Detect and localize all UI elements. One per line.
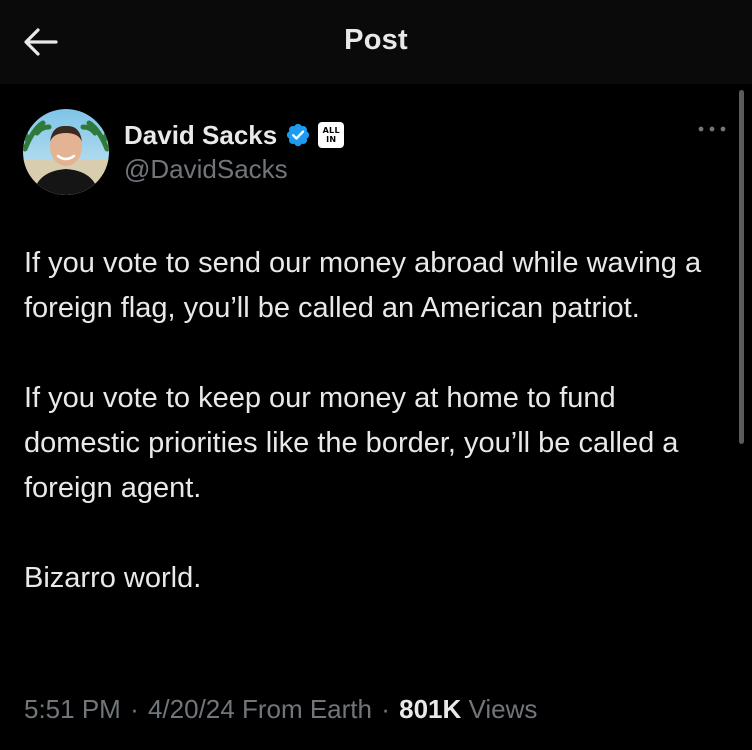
post-paragraph: If you vote to send our money abroad whi…: [24, 247, 702, 324]
author-display-name[interactable]: David Sacks: [124, 120, 277, 151]
avatar[interactable]: [23, 109, 109, 195]
post-date[interactable]: 4/20/24: [148, 694, 235, 724]
post-source: From Earth: [241, 694, 372, 724]
avatar-image: [23, 109, 109, 195]
post-paragraph: If you vote to keep our money at home to…: [24, 382, 679, 504]
author-handle[interactable]: @DavidSacks: [124, 154, 288, 185]
author-name-row: David Sacks ALL IN: [124, 118, 345, 152]
page-title: Post: [344, 24, 408, 56]
meta-separator: ·: [381, 694, 390, 724]
post-metadata: 5:51 PM · 4/20/24 From Earth · 801K View…: [24, 694, 537, 725]
post-text: If you vote to send our money abroad whi…: [24, 241, 724, 601]
post-paragraph: Bizarro world.: [24, 562, 202, 594]
verified-badge-icon[interactable]: [285, 122, 311, 148]
top-bar: Post: [0, 0, 752, 84]
scrollbar[interactable]: [739, 90, 744, 444]
post: David Sacks ALL IN @DavidSacks If you vo…: [0, 84, 752, 750]
affiliation-badge-line2: IN: [326, 135, 337, 144]
more-options-button[interactable]: [692, 118, 732, 140]
affiliation-badge[interactable]: ALL IN: [318, 122, 345, 148]
more-horizontal-icon: [698, 126, 726, 132]
views-count[interactable]: 801K: [399, 694, 461, 724]
meta-separator: ·: [130, 694, 139, 724]
affiliation-badge-line1: ALL: [322, 126, 340, 135]
views-label: Views: [468, 694, 538, 724]
post-time[interactable]: 5:51 PM: [24, 694, 121, 724]
